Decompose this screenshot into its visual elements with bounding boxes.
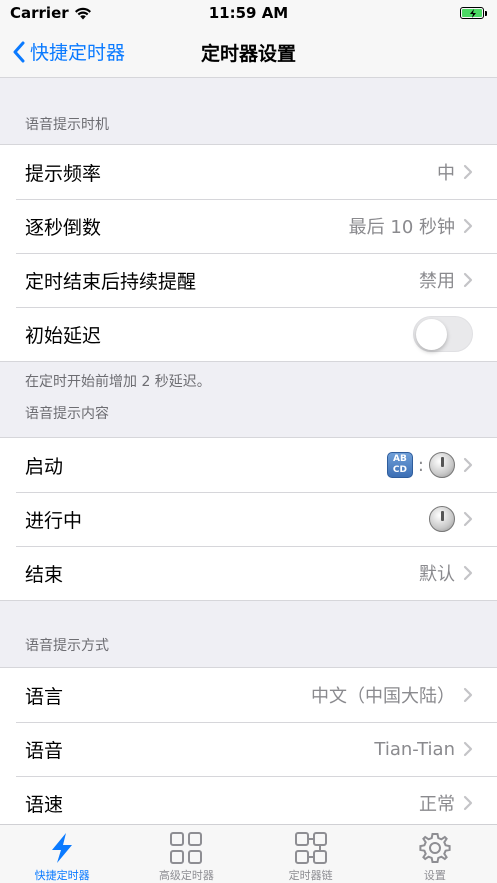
chevron-right-icon xyxy=(463,687,473,703)
row-voice[interactable]: 语音 Tian-Tian xyxy=(0,722,497,776)
row-value: 禁用 xyxy=(419,271,455,292)
row-label: 定时结束后持续提醒 xyxy=(25,270,197,293)
row-value: 中 xyxy=(437,163,455,184)
tab-timer-chain[interactable]: 定时器链 xyxy=(249,825,373,883)
section-header-method: 语音提示方式 xyxy=(25,638,109,654)
tab-label: 高级定时器 xyxy=(158,869,214,882)
carrier-label: Carrier xyxy=(10,4,69,22)
status-bar: Carrier xyxy=(0,0,497,26)
row-label: 启动 xyxy=(25,455,64,478)
row-label: 提示频率 xyxy=(25,162,102,185)
row-label: 进行中 xyxy=(25,509,83,532)
row-initial-delay: 初始延迟 xyxy=(0,307,497,361)
row-label: 语言 xyxy=(25,685,64,708)
tab-advanced-timer[interactable]: 高级定时器 xyxy=(124,825,248,883)
row-continuous-reminder[interactable]: 定时结束后持续提醒 禁用 xyxy=(0,253,497,307)
chevron-right-icon xyxy=(463,565,473,581)
navigation-bar: 快捷定时器 定时器设置 xyxy=(0,26,497,78)
row-start[interactable]: 启动 AB CD : xyxy=(0,438,497,492)
section-header-timing: 语音提示时机 xyxy=(25,117,109,133)
tab-label: 快捷定时器 xyxy=(34,869,90,882)
row-value: 默认 xyxy=(419,564,455,585)
row-frequency[interactable]: 提示频率 中 xyxy=(0,145,497,199)
row-value: Tian-Tian xyxy=(374,738,455,760)
chevron-right-icon xyxy=(463,795,473,811)
row-label: 语音 xyxy=(25,739,64,762)
row-in-progress[interactable]: 进行中 xyxy=(0,492,497,546)
row-label: 初始延迟 xyxy=(25,324,102,347)
group-content: 启动 AB CD : 进行中 结束 默认 xyxy=(0,437,497,601)
toggle-knob xyxy=(416,319,447,350)
tab-bar: 快捷定时器 高级定时器 定时器链 设置 xyxy=(0,824,497,883)
chevron-right-icon xyxy=(463,511,473,527)
row-label: 结束 xyxy=(25,563,64,586)
abcd-icon: AB CD xyxy=(386,452,413,478)
chevron-right-icon xyxy=(463,457,473,473)
chevron-right-icon xyxy=(463,272,473,288)
section-header-content: 语音提示内容 xyxy=(25,406,109,422)
timer-icon xyxy=(429,506,455,532)
settings-list[interactable]: 语音提示时机 提示频率 中 逐秒倒数 最后 10 秒钟 定时结束后持续提醒 禁用… xyxy=(0,78,497,824)
gear-icon xyxy=(419,833,451,863)
back-button[interactable]: 快捷定时器 xyxy=(12,38,125,65)
chain-grid-icon xyxy=(294,832,327,864)
chevron-right-icon xyxy=(463,741,473,757)
row-label: 语速 xyxy=(25,793,64,816)
chevron-right-icon xyxy=(463,218,473,234)
charging-bolt-icon xyxy=(470,9,476,18)
row-end[interactable]: 结束 默认 xyxy=(0,546,497,600)
row-value: 正常 xyxy=(419,794,455,815)
row-value: 中文（中国大陆） xyxy=(311,686,455,707)
chevron-left-icon xyxy=(13,41,25,62)
tab-quick-timer[interactable]: 快捷定时器 xyxy=(0,825,124,883)
battery-indicator xyxy=(460,7,487,19)
row-speech-rate[interactable]: 语速 正常 xyxy=(0,776,497,824)
group-timing: 提示频率 中 逐秒倒数 最后 10 秒钟 定时结束后持续提醒 禁用 初始延迟 xyxy=(0,144,497,362)
row-value: 最后 10 秒钟 xyxy=(348,217,455,238)
initial-delay-toggle[interactable] xyxy=(413,316,473,352)
group-method: 语言 中文（中国大陆） 语音 Tian-Tian 语速 正常 xyxy=(0,667,497,824)
tab-label: 定时器链 xyxy=(288,869,333,882)
lightning-icon xyxy=(52,833,73,863)
section-footer-timing: 在定时开始前增加 2 秒延迟。 xyxy=(25,374,211,390)
row-language[interactable]: 语言 中文（中国大陆） xyxy=(0,668,497,722)
timer-icon xyxy=(429,452,455,478)
chevron-right-icon xyxy=(463,164,473,180)
wifi-icon xyxy=(74,7,91,19)
tab-settings[interactable]: 设置 xyxy=(373,825,497,883)
separator: : xyxy=(417,454,424,476)
back-button-label: 快捷定时器 xyxy=(30,42,126,64)
row-countdown[interactable]: 逐秒倒数 最后 10 秒钟 xyxy=(0,199,497,253)
status-left: Carrier xyxy=(10,4,92,22)
tab-label: 设置 xyxy=(423,869,446,882)
row-label: 逐秒倒数 xyxy=(25,216,102,239)
grid-icon xyxy=(170,832,203,864)
